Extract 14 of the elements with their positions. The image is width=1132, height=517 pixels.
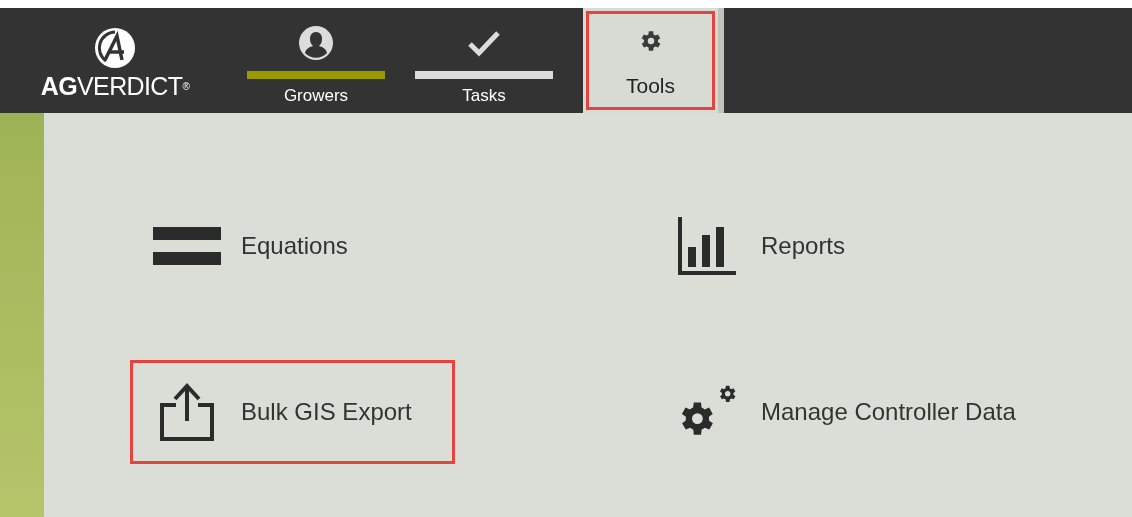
tool-link[interactable]: Bulk GIS Export xyxy=(130,360,455,464)
tool-link[interactable]: Equations xyxy=(130,194,351,298)
nav-tab[interactable]: Tasks xyxy=(415,8,553,113)
tool-link[interactable]: Manage Controller Data xyxy=(650,360,1019,464)
logo-icon xyxy=(93,26,137,70)
equals-icon xyxy=(153,226,221,266)
brand-name: AGVERDICT$^{®}$ xyxy=(40,74,190,99)
person-icon xyxy=(298,25,334,62)
check-icon xyxy=(467,29,501,58)
nav-tab[interactable]: Tools xyxy=(583,8,718,113)
bar-chart-icon xyxy=(678,217,736,275)
nav-tab[interactable]: Growers xyxy=(247,8,385,113)
share-icon xyxy=(160,383,214,441)
tool-link[interactable]: Reports xyxy=(650,194,849,298)
